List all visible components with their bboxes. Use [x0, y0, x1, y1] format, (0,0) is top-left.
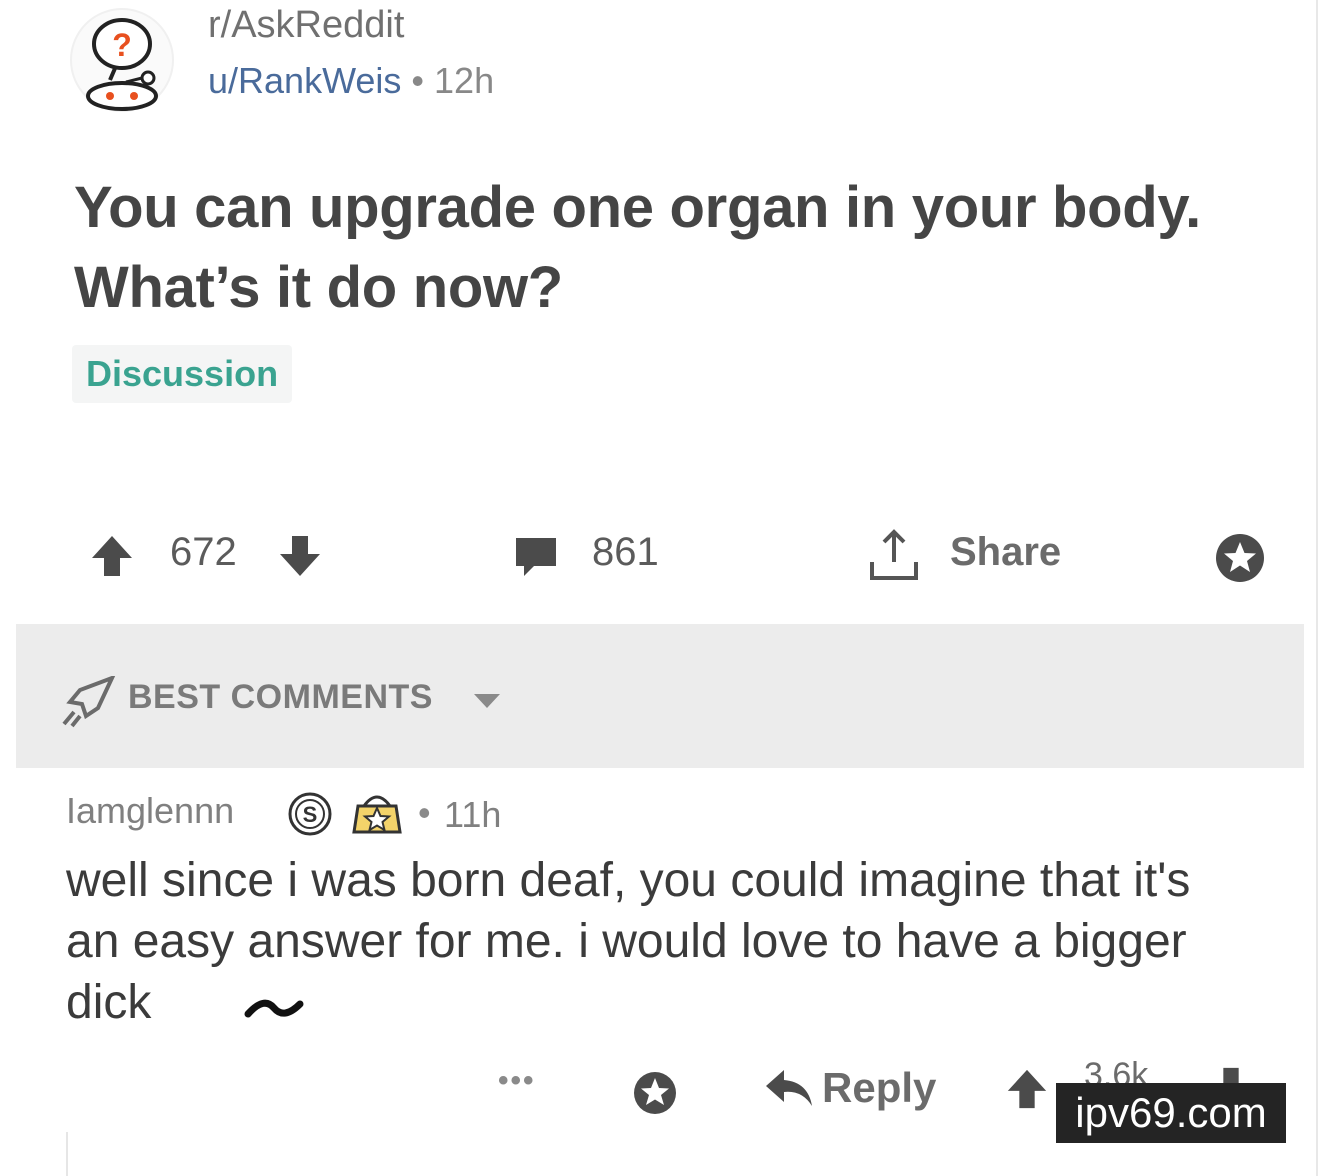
askreddit-snoo-icon: ?: [86, 18, 158, 111]
reply-arrow-icon[interactable]: [764, 1066, 814, 1115]
comment-bubble-icon[interactable]: [512, 532, 560, 585]
comment-author[interactable]: Iamglennn: [66, 790, 234, 832]
comment-count[interactable]: 861: [592, 530, 659, 575]
subreddit-name[interactable]: r/AskReddit: [208, 4, 404, 47]
censor-scribble: [244, 990, 304, 1029]
rocket-icon: [60, 674, 116, 733]
s-badge-icon: S: [286, 790, 334, 843]
comment-meta-separator: •: [418, 792, 431, 833]
upvote-arrow-icon[interactable]: [1004, 1066, 1050, 1117]
downvote-arrow-icon[interactable]: [276, 532, 324, 585]
more-options-button[interactable]: •••: [498, 1064, 536, 1098]
post-flair[interactable]: Discussion: [72, 345, 293, 403]
post-author[interactable]: u/RankWeis: [208, 60, 401, 101]
share-icon[interactable]: [864, 526, 924, 591]
reply-button[interactable]: Reply: [822, 1064, 936, 1112]
share-button[interactable]: Share: [950, 530, 1061, 575]
subreddit-avatar[interactable]: ?: [70, 8, 174, 112]
comment-age: 11h: [444, 794, 502, 835]
upvote-arrow-icon[interactable]: [88, 532, 136, 585]
thread-line: [66, 1132, 68, 1176]
star-badge-icon: [350, 788, 404, 843]
chevron-down-icon[interactable]: [474, 694, 500, 713]
watermark: ipv69.com: [1056, 1083, 1286, 1143]
meta-separator: •: [411, 60, 425, 101]
post-title[interactable]: You can upgrade one organ in your body. …: [74, 168, 1224, 328]
comment-sort-bar[interactable]: BEST COMMENTS: [16, 624, 1304, 768]
sort-label[interactable]: BEST COMMENTS: [128, 678, 433, 717]
star-save-icon[interactable]: [1212, 530, 1268, 591]
page-edge-divider: [1316, 0, 1318, 1176]
post-action-bar: 672 861 Share: [0, 520, 1320, 590]
post-score: 672: [170, 530, 237, 574]
svg-text:S: S: [303, 802, 318, 827]
star-save-icon[interactable]: [630, 1068, 680, 1123]
post-meta: u/RankWeis • 12h: [208, 60, 494, 102]
svg-text:?: ?: [112, 27, 132, 63]
post-age: 12h: [434, 60, 495, 101]
